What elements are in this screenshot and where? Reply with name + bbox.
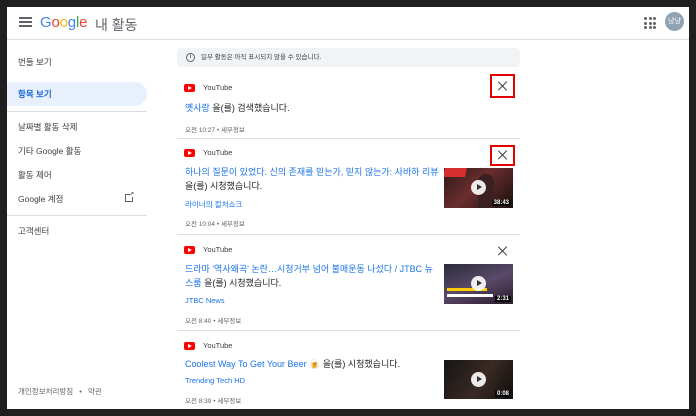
activity-meta: 오전 8:39 • 세부정보 (185, 398, 242, 405)
play-icon (471, 180, 486, 195)
sidebar-item-google-account[interactable]: Google 계정 ↗ (7, 187, 147, 211)
my-activity-page: Google 내 활동 냥냥 번들 보기 항목 보기 날짜별 활동 삭제 기타 … (7, 7, 689, 409)
terms-link[interactable]: 약관 (88, 387, 102, 396)
activity-time: 오전 8:40 (185, 318, 212, 325)
close-icon[interactable] (497, 80, 509, 92)
channel-link[interactable]: 라이너의 컬처쇼크 (185, 199, 242, 210)
details-link[interactable]: 세부정보 (221, 221, 245, 228)
details-link[interactable]: 세부정보 (217, 318, 241, 325)
notice-text: 일부 활동은 아직 표시되지 않을 수 있습니다. (201, 54, 322, 61)
thumbnail-caption (447, 294, 493, 297)
sidebar-item-activity-controls[interactable]: 활동 제어 (7, 163, 147, 187)
video-thumbnail[interactable]: 38:43 (444, 168, 513, 208)
activity-time: 오전 8:39 (185, 398, 212, 405)
activity-card: YouTube 드라마 '역사왜곡' 논란…시청거부 넘어 불매운동 나섰다 /… (177, 236, 520, 331)
youtube-icon (184, 84, 195, 92)
activity-card: YouTube 하나의 질문이 있었다. 신의 존재를 믿는가, 믿지 않는가:… (177, 140, 520, 235)
activity-title-link[interactable]: Coolest Way To Get Your Beer 🍺 (185, 359, 320, 369)
details-link[interactable]: 세부정보 (217, 398, 241, 405)
sidebar-item-bundle-view[interactable]: 번들 보기 (7, 50, 147, 74)
video-duration: 0:08 (494, 391, 511, 397)
activity-title: 드라마 '역사왜곡' 논란…시청거부 넘어 불매운동 나섰다 / JTBC 뉴스… (185, 264, 433, 288)
activity-meta: 오전 8:40 • 세부정보 (185, 318, 242, 325)
sidebar-item-delete-by-date[interactable]: 날짜별 활동 삭제 (7, 115, 147, 139)
activity-meta: 오전 10:04 • 세부정보 (185, 221, 245, 228)
info-icon: i (186, 53, 195, 62)
activity-title: 옛사랑 을(를) 검색했습니다. (185, 103, 290, 113)
activity-time: 오전 10:04 (185, 221, 216, 228)
sidebar-divider (7, 111, 147, 112)
close-icon[interactable] (497, 245, 509, 257)
channel-link[interactable]: Trending Tech HD (185, 376, 245, 385)
play-icon (471, 372, 486, 387)
youtube-icon (184, 246, 195, 254)
youtube-icon (184, 342, 195, 350)
app-title: 내 활동 (95, 17, 138, 33)
footer-separator: • (79, 387, 82, 396)
google-logo[interactable]: Google (40, 14, 87, 31)
activity-card: YouTube 옛사랑 을(를) 검색했습니다. 오전 10:27 • 세부정보 (177, 72, 520, 139)
activity-source: YouTube (203, 341, 233, 350)
avatar[interactable]: 냥냥 (665, 12, 684, 31)
top-bar: Google 내 활동 냥냥 (7, 7, 689, 40)
play-icon (471, 276, 486, 291)
sidebar-divider (7, 215, 147, 216)
activity-title-link[interactable]: 하나의 질문이 있었다. 신의 존재를 믿는가, 믿지 않는가: 사바하 리뷰 (185, 167, 439, 177)
video-duration: 2:31 (494, 296, 511, 302)
info-notice: i 일부 활동은 아직 표시되지 않을 수 있습니다. (177, 48, 520, 67)
activity-source: YouTube (203, 245, 233, 254)
activity-time: 오전 10:27 (185, 127, 216, 134)
activity-source: YouTube (203, 83, 233, 92)
channel-link[interactable]: JTBC News (185, 296, 225, 305)
apps-grid-icon[interactable] (644, 17, 656, 29)
youtube-icon (184, 149, 195, 157)
activity-title: 하나의 질문이 있었다. 신의 존재를 믿는가, 믿지 않는가: 사바하 리뷰 … (185, 167, 439, 191)
video-duration: 38:43 (491, 200, 511, 206)
activity-title: Coolest Way To Get Your Beer 🍺 을(를) 시청했습… (185, 359, 401, 369)
sidebar-item-help-center[interactable]: 고객센터 (7, 219, 147, 243)
activity-card: YouTube Coolest Way To Get Your Beer 🍺 을… (177, 332, 520, 409)
sidebar-item-other-google-activity[interactable]: 기타 Google 활동 (7, 139, 147, 163)
video-thumbnail[interactable]: 0:08 (444, 360, 513, 399)
sidebar: 번들 보기 항목 보기 날짜별 활동 삭제 기타 Google 활동 활동 제어… (7, 41, 157, 409)
open-external-icon: ↗ (125, 192, 134, 202)
video-thumbnail[interactable]: 2:31 (444, 264, 513, 304)
footer-links: 개인정보처리방침 • 약관 (18, 386, 102, 397)
thumbnail-badge (444, 168, 467, 177)
privacy-policy-link[interactable]: 개인정보처리방침 (18, 387, 73, 396)
sidebar-item-label: Google 계정 (18, 194, 64, 204)
activity-source: YouTube (203, 148, 233, 157)
menu-icon[interactable] (19, 17, 32, 27)
details-link[interactable]: 세부정보 (221, 127, 245, 134)
sidebar-item-item-view[interactable]: 항목 보기 (7, 82, 147, 106)
activity-meta: 오전 10:27 • 세부정보 (185, 127, 245, 134)
activity-title-link[interactable]: 옛사랑 (185, 103, 210, 113)
close-icon[interactable] (497, 149, 509, 161)
